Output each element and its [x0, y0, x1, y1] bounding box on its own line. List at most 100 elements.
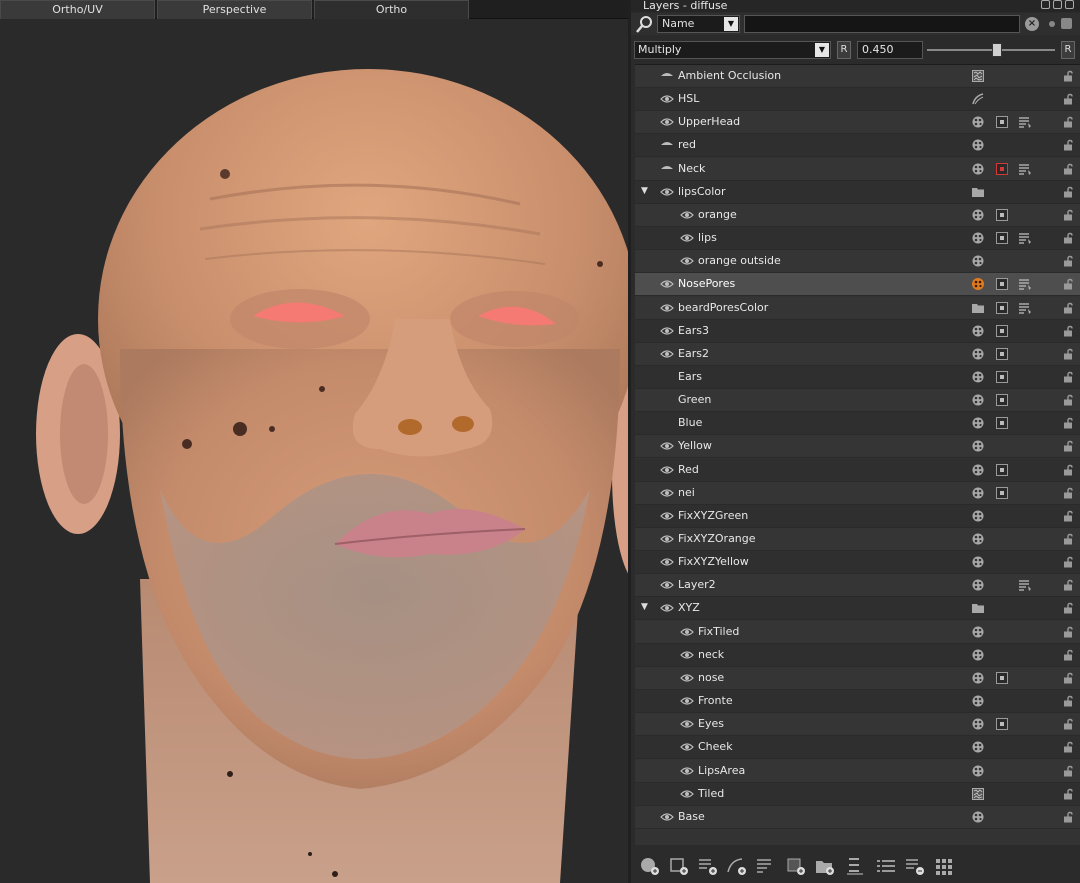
visibility-eye-icon[interactable]: [660, 811, 674, 823]
layer-row[interactable]: orange outside: [635, 250, 1080, 273]
lock-icon[interactable]: [1062, 626, 1074, 638]
mask-icon[interactable]: [995, 324, 1009, 338]
tab-ortho[interactable]: Ortho: [314, 0, 469, 19]
paint-icon[interactable]: [971, 347, 985, 361]
layer-row[interactable]: Cheek: [635, 736, 1080, 759]
layer-row[interactable]: Red: [635, 459, 1080, 482]
layer-row[interactable]: red: [635, 134, 1080, 157]
visibility-eye-icon[interactable]: [660, 579, 674, 591]
paint-icon[interactable]: [971, 370, 985, 384]
tab-perspective[interactable]: Perspective: [157, 0, 312, 19]
filter-icon[interactable]: [1018, 162, 1032, 176]
add-filter-icon[interactable]: [755, 856, 777, 876]
lock-icon[interactable]: [1062, 741, 1074, 753]
lock-icon[interactable]: [1062, 440, 1074, 452]
layer-row[interactable]: Ambient Occlusion: [635, 65, 1080, 88]
lock-icon[interactable]: [1062, 695, 1074, 707]
mask-icon[interactable]: [995, 393, 1009, 407]
opacity-slider-thumb[interactable]: [992, 43, 1002, 57]
mask-icon[interactable]: [995, 671, 1009, 685]
new-layer-icon[interactable]: [668, 856, 690, 876]
visibility-eye-icon[interactable]: [680, 209, 694, 221]
paint-icon[interactable]: [971, 578, 985, 592]
merge-layers-icon[interactable]: [845, 856, 867, 876]
visibility-eye-icon[interactable]: [660, 371, 674, 383]
visibility-eye-icon[interactable]: [660, 440, 674, 452]
visibility-eye-icon[interactable]: [680, 255, 694, 267]
layer-row[interactable]: ▼ lipsColor: [635, 181, 1080, 204]
lock-icon[interactable]: [1062, 139, 1074, 151]
texture-icon[interactable]: [971, 69, 985, 83]
opacity-reset-button[interactable]: R: [1061, 41, 1075, 59]
viewport-3d[interactable]: Ortho/UV Perspective Ortho: [0, 0, 628, 883]
clear-search-icon[interactable]: ×: [1025, 17, 1039, 31]
visibility-eye-icon[interactable]: [680, 695, 694, 707]
layer-row[interactable]: NosePores: [635, 273, 1080, 296]
lock-icon[interactable]: [1062, 186, 1074, 198]
paint-icon[interactable]: [971, 439, 985, 453]
filter-dot-icon[interactable]: [1049, 21, 1055, 27]
visibility-eye-icon[interactable]: [660, 533, 674, 545]
visibility-eye-icon[interactable]: [660, 602, 674, 614]
paint-icon[interactable]: [971, 532, 985, 546]
mask-icon[interactable]: [995, 277, 1009, 291]
layer-row[interactable]: FixTiled: [635, 621, 1080, 644]
lock-icon[interactable]: [1062, 672, 1074, 684]
layer-row[interactable]: Fronte: [635, 690, 1080, 713]
visibility-eye-icon[interactable]: [660, 325, 674, 337]
visibility-eye-icon[interactable]: [680, 626, 694, 638]
expand-toggle-icon[interactable]: ▼: [641, 186, 651, 196]
paint-icon[interactable]: [971, 764, 985, 778]
lock-icon[interactable]: [1062, 649, 1074, 661]
add-channel-icon[interactable]: [875, 856, 897, 876]
visibility-eye-icon[interactable]: [660, 139, 674, 151]
paint-icon[interactable]: [971, 231, 985, 245]
lock-icon[interactable]: [1062, 718, 1074, 730]
grid-icon[interactable]: [933, 856, 955, 876]
blend-mode-select[interactable]: Multiply ▼: [634, 41, 831, 59]
layer-row[interactable]: FixXYZGreen: [635, 505, 1080, 528]
paint-icon[interactable]: [971, 486, 985, 500]
visibility-eye-icon[interactable]: [660, 464, 674, 476]
mask-icon[interactable]: [995, 370, 1009, 384]
lock-icon[interactable]: [1062, 325, 1074, 337]
visibility-eye-icon[interactable]: [660, 302, 674, 314]
paint-icon[interactable]: [971, 648, 985, 662]
visibility-eye-icon[interactable]: [660, 417, 674, 429]
opacity-input[interactable]: 0.450: [857, 41, 923, 59]
mask-icon[interactable]: [995, 208, 1009, 222]
layer-row[interactable]: Yellow: [635, 435, 1080, 458]
layer-row[interactable]: nei: [635, 482, 1080, 505]
paint-icon[interactable]: [971, 162, 985, 176]
mask-icon[interactable]: [995, 416, 1009, 430]
visibility-eye-icon[interactable]: [680, 649, 694, 661]
lock-icon[interactable]: [1062, 579, 1074, 591]
add-adjustment-icon[interactable]: [697, 856, 719, 876]
paint-icon[interactable]: [971, 208, 985, 222]
visibility-eye-icon[interactable]: [680, 718, 694, 730]
new-texture-layer-icon[interactable]: [785, 856, 807, 876]
visibility-eye-icon[interactable]: [680, 741, 694, 753]
paint-icon[interactable]: [971, 717, 985, 731]
visibility-eye-icon[interactable]: [660, 394, 674, 406]
new-folder-icon[interactable]: [814, 856, 836, 876]
layer-row[interactable]: Layer2: [635, 574, 1080, 597]
lock-icon[interactable]: [1062, 348, 1074, 360]
paint-icon[interactable]: [971, 509, 985, 523]
lock-icon[interactable]: [1062, 116, 1074, 128]
lock-icon[interactable]: [1062, 602, 1074, 614]
visibility-eye-icon[interactable]: [660, 116, 674, 128]
filter-icon[interactable]: [1018, 578, 1032, 592]
mask-red-icon[interactable]: [995, 162, 1009, 176]
lock-icon[interactable]: [1062, 302, 1074, 314]
visibility-eye-icon[interactable]: [660, 163, 674, 175]
paint-icon[interactable]: [971, 810, 985, 824]
visibility-eye-icon[interactable]: [660, 186, 674, 198]
visibility-eye-icon[interactable]: [660, 70, 674, 82]
paint-icon[interactable]: [971, 115, 985, 129]
paint-icon[interactable]: [971, 254, 985, 268]
layer-search-input[interactable]: [744, 15, 1020, 33]
blend-reset-button[interactable]: R: [837, 41, 851, 59]
lock-icon[interactable]: [1062, 533, 1074, 545]
filter-icon[interactable]: [1018, 115, 1032, 129]
